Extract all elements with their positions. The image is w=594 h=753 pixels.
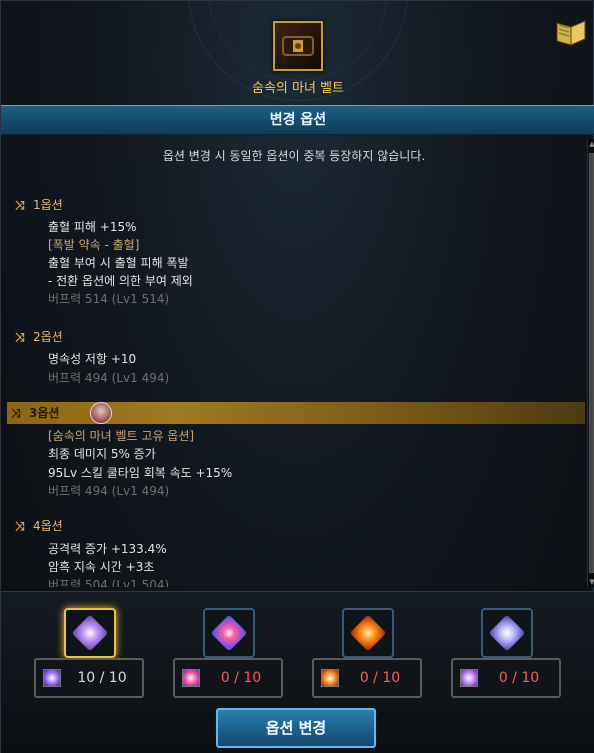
stone-slot-3[interactable]	[342, 608, 394, 658]
option-1-extra-2: - 전환 옵션에 의한 부여 제외	[48, 274, 193, 288]
gem-icon	[182, 669, 200, 687]
option-4-header[interactable]: ⤨ 4옵션	[15, 516, 63, 536]
stone-slot-4[interactable]	[481, 608, 533, 658]
section-title: 변경 옵션	[1, 105, 594, 135]
option-list[interactable]: 옵션 변경 시 동일한 옵션이 중복 등장하지 않습니다. ⤨ 1옵션 출혈 피해…	[7, 139, 587, 587]
portrait-icon	[90, 402, 112, 424]
header: 숨속의 마녀 벨트	[1, 1, 594, 105]
stone-count-2-value: 0 / 10	[220, 670, 262, 686]
option-3-effect-2: 95Lv 스킬 쿨타임 회복 속도 +15%	[48, 466, 233, 480]
gem-icon	[460, 669, 478, 687]
option-4-effect-2: 암흑 지속 시간 +3초	[48, 560, 155, 574]
stone-count-1: 10 / 10	[34, 658, 144, 698]
option-3-effect-1: 최종 데미지 5% 증가	[48, 447, 156, 461]
option-2-label: 2옵션	[33, 330, 63, 344]
option-1-label: 1옵션	[33, 198, 63, 212]
stone-count-1-value: 10 / 10	[77, 670, 127, 686]
book-icon[interactable]	[554, 17, 588, 47]
option-1-effect: 출혈 피해 +15%	[48, 220, 137, 234]
scroll-thumb[interactable]	[589, 153, 594, 573]
stone-count-4-value: 0 / 10	[498, 670, 540, 686]
option-2-header[interactable]: ⤨ 2옵션	[15, 327, 63, 347]
stone-count-2: 0 / 10	[173, 658, 283, 698]
option-3-label: 3옵션	[29, 406, 60, 420]
stone-slot-1[interactable]	[64, 608, 116, 658]
option-1-note: [폭발 약속 - 출혈]	[48, 238, 140, 252]
stone-count-3: 0 / 10	[312, 658, 422, 698]
stone-count-3-value: 0 / 10	[359, 670, 401, 686]
notice-text: 옵션 변경 시 동일한 옵션이 중복 등장하지 않습니다.	[162, 149, 426, 163]
option-3-note: [숨속의 마녀 벨트 고유 옵션]	[48, 429, 195, 443]
dialog-frame: 숨속의 마녀 벨트 변경 옵션 옵션 변경 시 동일한 옵션이 중복 등장하지 …	[0, 0, 594, 753]
shuffle-icon: ⤨	[15, 198, 25, 212]
option-4-label: 4옵션	[33, 519, 63, 533]
option-2-effect: 명속성 저항 +10	[48, 352, 137, 366]
option-change-button[interactable]: 옵션 변경	[216, 708, 376, 748]
item-name: 숨속의 마녀 벨트	[252, 81, 344, 96]
scroll-up-icon[interactable]: ▲	[588, 139, 594, 149]
scrollbar[interactable]: ▲ ▼	[587, 139, 594, 587]
material-panel: 10 / 10 0 / 10 0 / 10 0 / 10 옵션 변경	[1, 591, 594, 753]
option-3-header-selected[interactable]: ⤨ 3옵션	[7, 402, 585, 424]
option-1-header[interactable]: ⤨ 1옵션	[15, 195, 63, 215]
stone-slot-2[interactable]	[203, 608, 255, 658]
option-2-power: 버프력 494 (Lv1 494)	[48, 371, 170, 385]
option-4-effect-1: 공격력 증가 +133.4%	[48, 542, 167, 556]
stone-count-4: 0 / 10	[451, 658, 561, 698]
shuffle-icon: ⤨	[15, 519, 25, 533]
shuffle-icon: ⤨	[11, 406, 21, 420]
option-4-power: 버프력 504 (Lv1 504)	[48, 578, 170, 587]
option-3-header: ⤨ 3옵션	[11, 403, 59, 423]
scroll-down-icon[interactable]: ▼	[588, 577, 594, 587]
option-1-extra-1: 출혈 부여 시 출혈 피해 폭발	[48, 256, 189, 270]
gem-icon	[321, 669, 339, 687]
shuffle-icon: ⤨	[15, 330, 25, 344]
option-1-power: 버프력 514 (Lv1 514)	[48, 292, 170, 306]
gem-icon	[43, 669, 61, 687]
option-3-power: 버프력 494 (Lv1 494)	[48, 484, 170, 498]
belt-item-icon[interactable]	[273, 21, 323, 71]
